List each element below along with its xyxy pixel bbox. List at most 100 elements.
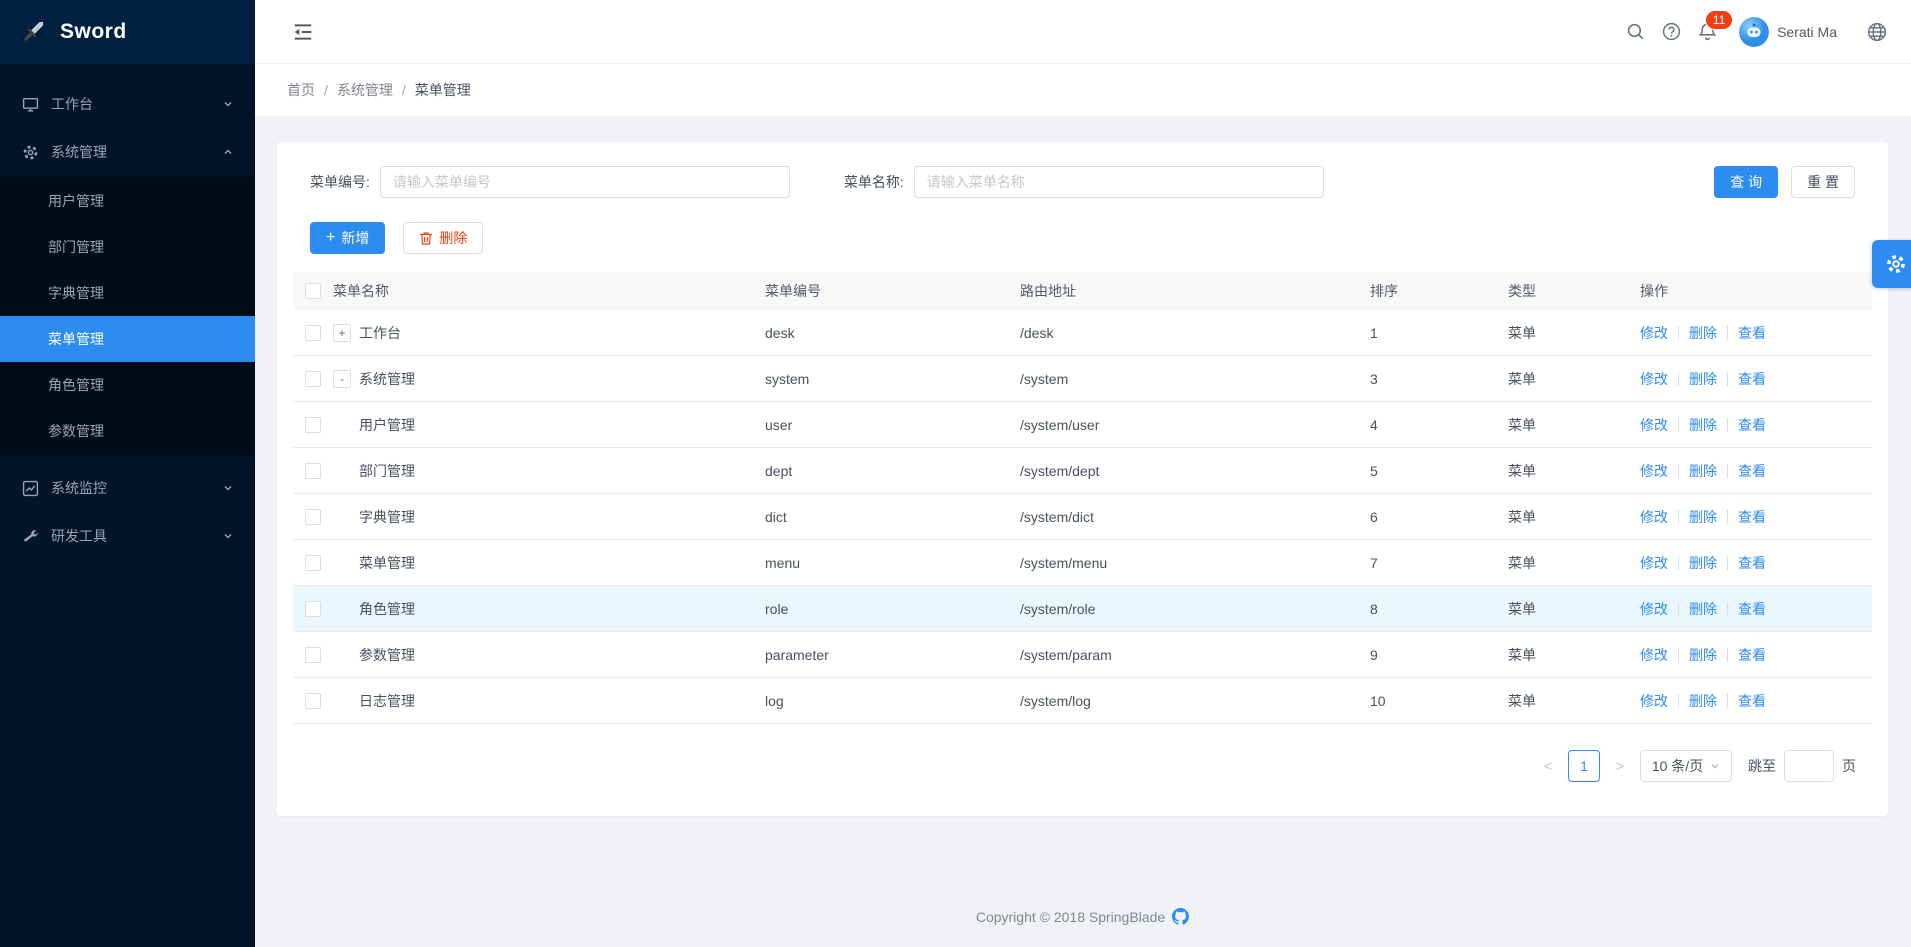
- notifications-bell-icon[interactable]: 11: [1689, 14, 1725, 50]
- row-checkbox[interactable]: [305, 463, 321, 479]
- menu-code-value: role: [765, 601, 1020, 617]
- view-link[interactable]: 查看: [1738, 369, 1766, 389]
- add-button[interactable]: + 新增: [310, 222, 385, 254]
- sidebar-collapse-button[interactable]: [291, 20, 315, 44]
- edit-link[interactable]: 修改: [1640, 645, 1668, 665]
- copyright-text: Copyright © 2018 SpringBlade: [976, 909, 1165, 925]
- delete-link[interactable]: 删除: [1689, 691, 1717, 711]
- breadcrumb-current: 菜单管理: [415, 80, 471, 100]
- username[interactable]: Serati Ma: [1777, 24, 1837, 40]
- sidebar-item-label: 工作台: [51, 94, 93, 114]
- sidebar-item-monitor[interactable]: 系统监控: [0, 464, 255, 512]
- column-header-action: 操作: [1640, 281, 1872, 301]
- delete-link[interactable]: 删除: [1689, 645, 1717, 665]
- sidebar-item-dept-mgmt[interactable]: 部门管理: [0, 224, 255, 270]
- row-checkbox-cell: [293, 647, 333, 663]
- menu-name-value: 系统管理: [359, 369, 415, 389]
- breadcrumb-home[interactable]: 首页: [287, 80, 315, 100]
- row-checkbox[interactable]: [305, 555, 321, 571]
- delete-link[interactable]: 删除: [1689, 369, 1717, 389]
- delete-link[interactable]: 删除: [1689, 507, 1717, 527]
- view-link[interactable]: 查看: [1738, 415, 1766, 435]
- menu-name-input[interactable]: [914, 166, 1324, 198]
- page-content: 菜单编号: 菜单名称: 查 询 重 置 + 新增: [255, 116, 1911, 947]
- reset-button[interactable]: 重 置: [1791, 166, 1855, 198]
- route-value: /system/dept: [1020, 463, 1370, 479]
- menu-management-card: 菜单编号: 菜单名称: 查 询 重 置 + 新增: [277, 142, 1888, 816]
- row-checkbox[interactable]: [305, 417, 321, 433]
- delete-link[interactable]: 删除: [1689, 461, 1717, 481]
- select-all-checkbox[interactable]: [305, 283, 321, 299]
- search-icon[interactable]: [1617, 14, 1653, 50]
- delete-link[interactable]: 删除: [1689, 599, 1717, 619]
- settings-fab-gear-icon[interactable]: [1872, 240, 1911, 288]
- sidebar-item-label: 角色管理: [48, 375, 104, 395]
- help-icon[interactable]: [1653, 14, 1689, 50]
- sidebar-item-label: 系统管理: [51, 142, 107, 162]
- page-size-select[interactable]: 10 条/页: [1640, 750, 1732, 782]
- edit-link[interactable]: 修改: [1640, 691, 1668, 711]
- collapse-toggle-icon[interactable]: -: [333, 370, 351, 388]
- table-row: -系统管理system/system3菜单修改删除查看: [293, 356, 1872, 402]
- row-checkbox[interactable]: [305, 601, 321, 617]
- table-row: 日志管理log/system/log10菜单修改删除查看: [293, 678, 1872, 724]
- expand-toggle-icon[interactable]: +: [333, 324, 351, 342]
- logo[interactable]: Sword: [0, 0, 255, 64]
- sidebar-item-param-mgmt[interactable]: 参数管理: [0, 408, 255, 454]
- view-link[interactable]: 查看: [1738, 507, 1766, 527]
- sidebar-item-user-mgmt[interactable]: 用户管理: [0, 178, 255, 224]
- filter-menu-code: 菜单编号:: [310, 166, 790, 198]
- current-page-button[interactable]: 1: [1568, 750, 1600, 782]
- sidebar-item-menu-mgmt[interactable]: 菜单管理: [0, 316, 255, 362]
- row-checkbox[interactable]: [305, 325, 321, 341]
- menu-name-cell: 角色管理: [333, 599, 765, 619]
- sort-value: 1: [1370, 325, 1508, 341]
- delete-button[interactable]: 删除: [403, 222, 483, 254]
- delete-link[interactable]: 删除: [1689, 323, 1717, 343]
- type-value: 菜单: [1508, 645, 1640, 665]
- search-button[interactable]: 查 询: [1714, 166, 1778, 198]
- edit-link[interactable]: 修改: [1640, 369, 1668, 389]
- jump-page-input[interactable]: [1784, 750, 1834, 782]
- delete-link[interactable]: 删除: [1689, 553, 1717, 573]
- action-divider: [1678, 510, 1679, 524]
- sidebar-item-workbench[interactable]: 工作台: [0, 80, 255, 128]
- action-divider: [1727, 326, 1728, 340]
- next-page-icon[interactable]: >: [1608, 750, 1632, 782]
- sidebar-item-dict-mgmt[interactable]: 字典管理: [0, 270, 255, 316]
- edit-link[interactable]: 修改: [1640, 415, 1668, 435]
- sidebar-item-label: 研发工具: [51, 526, 107, 546]
- view-link[interactable]: 查看: [1738, 323, 1766, 343]
- sort-value: 4: [1370, 417, 1508, 433]
- row-checkbox-cell: [293, 509, 333, 525]
- action-divider: [1727, 510, 1728, 524]
- view-link[interactable]: 查看: [1738, 553, 1766, 573]
- delete-button-label: 删除: [439, 228, 467, 248]
- edit-link[interactable]: 修改: [1640, 553, 1668, 573]
- table-header: 菜单名称 菜单编号 路由地址 排序 类型 操作: [293, 272, 1872, 310]
- avatar[interactable]: [1739, 17, 1769, 47]
- view-link[interactable]: 查看: [1738, 599, 1766, 619]
- row-checkbox[interactable]: [305, 693, 321, 709]
- row-checkbox[interactable]: [305, 509, 321, 525]
- row-checkbox[interactable]: [305, 647, 321, 663]
- type-value: 菜单: [1508, 369, 1640, 389]
- globe-icon[interactable]: [1859, 14, 1895, 50]
- sidebar-item-devtools[interactable]: 研发工具: [0, 512, 255, 560]
- edit-link[interactable]: 修改: [1640, 461, 1668, 481]
- sidebar-item-role-mgmt[interactable]: 角色管理: [0, 362, 255, 408]
- breadcrumb-system[interactable]: 系统管理: [337, 80, 393, 100]
- row-actions: 修改 删除 查看: [1640, 415, 1872, 435]
- prev-page-icon[interactable]: <: [1536, 750, 1560, 782]
- github-icon[interactable]: [1172, 908, 1189, 925]
- edit-link[interactable]: 修改: [1640, 323, 1668, 343]
- row-checkbox[interactable]: [305, 371, 321, 387]
- sidebar-item-system[interactable]: 系统管理: [0, 128, 255, 176]
- view-link[interactable]: 查看: [1738, 461, 1766, 481]
- edit-link[interactable]: 修改: [1640, 599, 1668, 619]
- menu-code-input[interactable]: [380, 166, 790, 198]
- edit-link[interactable]: 修改: [1640, 507, 1668, 527]
- view-link[interactable]: 查看: [1738, 691, 1766, 711]
- view-link[interactable]: 查看: [1738, 645, 1766, 665]
- delete-link[interactable]: 删除: [1689, 415, 1717, 435]
